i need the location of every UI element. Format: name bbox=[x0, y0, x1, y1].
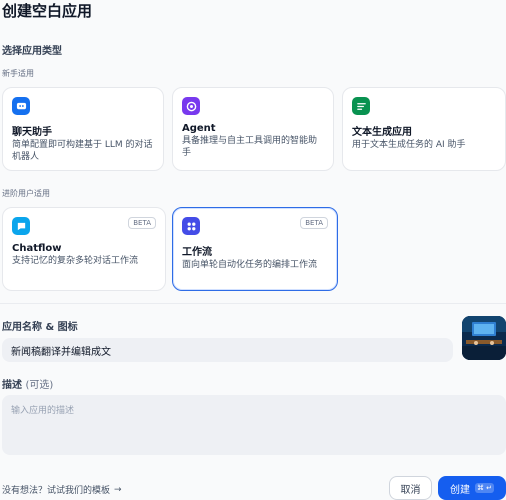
description-label-text: 描述 bbox=[2, 380, 22, 391]
workflow-icon bbox=[182, 217, 200, 235]
chatflow-icon bbox=[12, 217, 30, 235]
text-generation-icon bbox=[352, 97, 370, 115]
description-placeholder: 输入应用的描述 bbox=[11, 406, 75, 416]
chatflow-card-name: Chatflow bbox=[12, 243, 62, 254]
description-textarea[interactable]: 输入应用的描述 bbox=[2, 395, 506, 455]
chatbot-card-desc: 简单配置即可构建基于 LLM 的对话机器人 bbox=[12, 140, 153, 162]
beta-badge: BETA bbox=[128, 217, 156, 229]
create-button[interactable]: 创建 ⌘ ↵ bbox=[438, 476, 506, 500]
app-type-card-chatflow[interactable]: BETA Chatflow 支持记忆的复杂多轮对话工作流 bbox=[2, 207, 166, 291]
description-label: 描述 (可选) bbox=[2, 376, 53, 391]
app-type-section-label: 选择应用类型 bbox=[2, 46, 62, 57]
beta-badge: BETA bbox=[300, 217, 328, 229]
app-type-card-chatbot[interactable]: 聊天助手 简单配置即可构建基于 LLM 的对话机器人 bbox=[2, 87, 164, 171]
arrow-right-icon: → bbox=[114, 484, 122, 495]
workflow-card-desc: 面向单轮自动化任务的编排工作流 bbox=[182, 260, 318, 270]
agent-icon bbox=[182, 97, 200, 115]
app-type-card-workflow[interactable]: BETA 工作流 面向单轮自动化任务的编排工作流 bbox=[172, 207, 338, 291]
agent-card-name: Agent bbox=[182, 123, 216, 134]
dialog-title: 创建空白应用 bbox=[2, 2, 93, 20]
create-button-label: 创建 bbox=[449, 484, 470, 496]
chat-bot-icon bbox=[12, 97, 30, 115]
app-icon-avatar[interactable] bbox=[462, 316, 506, 360]
app-type-card-text-generation[interactable]: 文本生成应用 用于文本生成任务的 AI 助手 bbox=[342, 87, 506, 171]
agent-card-desc: 具备推理与自主工具调用的智能助手 bbox=[182, 136, 318, 158]
app-type-card-agent[interactable]: Agent 具备推理与自主工具调用的智能助手 bbox=[172, 87, 334, 171]
template-link[interactable]: 没有想法？试试我们的模板 → bbox=[2, 483, 122, 497]
advanced-group-label: 进阶用户适用 bbox=[2, 189, 50, 198]
text-generation-card-name: 文本生成应用 bbox=[352, 127, 412, 138]
chatbot-card-name: 聊天助手 bbox=[12, 127, 52, 138]
template-link-text: 没有想法？试试我们的模板 bbox=[2, 486, 111, 496]
section-divider bbox=[0, 303, 506, 304]
chatflow-card-desc: 支持记忆的复杂多轮对话工作流 bbox=[12, 256, 139, 266]
workflow-card-name: 工作流 bbox=[182, 247, 212, 258]
cancel-button[interactable]: 取消 bbox=[389, 476, 432, 500]
beginner-group-label: 新手适用 bbox=[2, 69, 34, 78]
app-name-input[interactable]: 新闻稿翻译并编辑成文 bbox=[2, 338, 453, 362]
description-optional-text: (可选) bbox=[25, 380, 54, 391]
app-name-label: 应用名称 & 图标 bbox=[2, 322, 78, 333]
text-generation-card-desc: 用于文本生成任务的 AI 助手 bbox=[352, 140, 466, 150]
app-name-value: 新闻稿翻译并编辑成文 bbox=[11, 346, 111, 358]
keyboard-shortcut-hint: ⌘ ↵ bbox=[474, 483, 495, 493]
